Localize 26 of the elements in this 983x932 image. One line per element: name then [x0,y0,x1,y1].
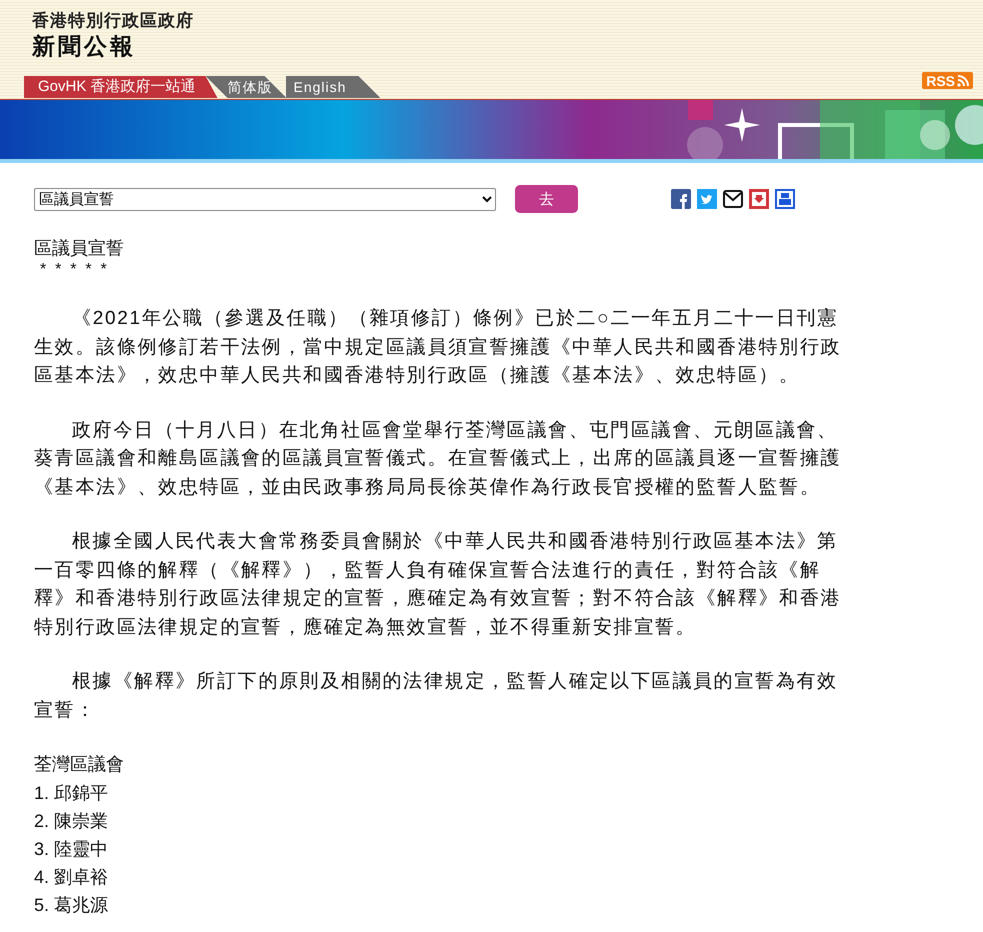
paragraph: 根據《解釋》所訂下的原則及相關的法律規定，監誓人確定以下區議員的宣誓為有效宣誓： [34,670,839,722]
go-button[interactable]: 去 [515,185,578,213]
member-name: 4. 劉卓裕 [34,866,108,889]
paragraph: 《2021年公職（參選及任職）（雜項修訂）條例》已於二○二一年五月二十一日刊憲生效。該條例修訂若干法例，當中規定區議員須宣誓擁護《中華人民共和國香港特別行政區基本法》，效忠中華人民共和國香港特別行政區（擁護《基本法》、效忠特區）。 [34,306,842,388]
council-heading: 荃灣區議會 [34,753,124,776]
facebook-icon[interactable] [671,189,691,209]
article-title: 區議員宣誓 [34,237,124,260]
member-name: 1. 邱錦平 [34,782,108,805]
language-link[interactable]: English [286,76,380,98]
member-name: 2. 陳崇業 [34,810,108,833]
separator-text: * * * * * [39,261,107,279]
twitter-icon[interactable] [697,189,717,209]
download-icon[interactable] [749,189,769,209]
topic-select[interactable]: 區議員宣誓 [34,188,496,210]
rss-feed-icon [957,74,969,86]
paragraph: 政府今日（十月八日）在北角社區會堂舉行荃灣區議會、屯門區議會、元朗區議會、葵青區議會和離島區議會的區議員宣誓儀式。在宣誓儀式上，出席的區議員逐一宣誓擁護《基本法》、效忠特區，並由民政事務局局長徐英偉作為行政長官授權的監誓人監誓。 [34,418,842,500]
member-name: 3. 陸靈中 [34,838,108,861]
language-link[interactable]: 简体版 [206,76,287,98]
govhk-link[interactable]: GovHK 香港政府一站通 [24,76,218,98]
rss-button[interactable]: RSS [922,72,973,89]
paragraph: 根據全國人民代表大會常務委員會關於《中華人民共和國香港特別行政區基本法》第一百零四條的解釋（《解釋》），監誓人負有確保宣誓合法進行的責任，對符合該《解釋》和香港特別行政區法律規定的宣誓，應確定為有效宣誓；對不符合該《解釋》和香港特別行政區法律規定的宣誓，應確定為無效宣誓，並不得重新安排宣誓。 [34,530,842,640]
page-title: 新聞公報 [32,32,136,61]
print-icon[interactable] [775,189,795,209]
member-name: 5. 葛兆源 [34,894,108,917]
email-icon[interactable] [723,189,743,209]
agency-name: 香港特別行政區政府 [32,10,194,32]
